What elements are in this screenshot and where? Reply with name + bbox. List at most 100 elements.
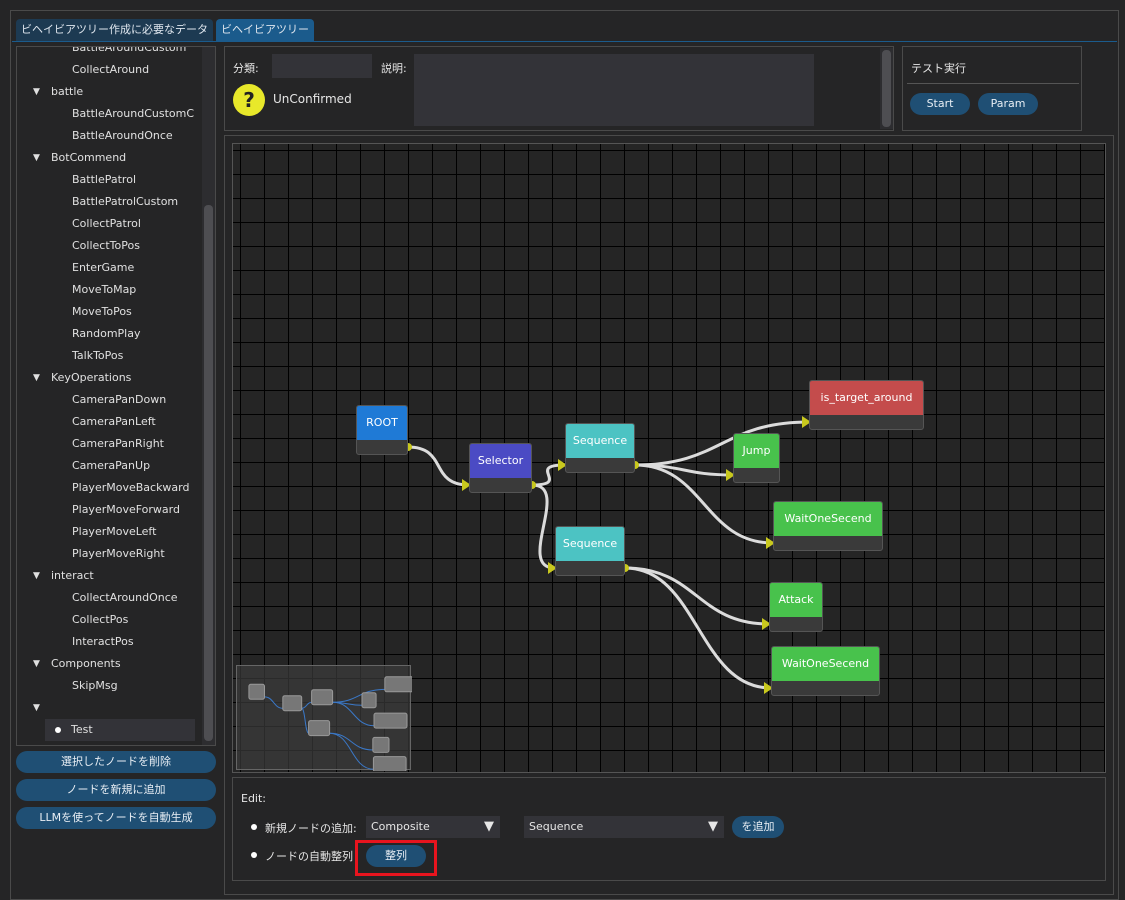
tree-item-label: CollectAround (72, 63, 150, 76)
tree-item-label: CollectPos (72, 613, 129, 626)
node-wait2[interactable]: WaitOneSecend (771, 646, 880, 696)
tab-data[interactable]: ビヘイビアツリー作成に必要なデータ (16, 19, 213, 41)
tree-scrollbar-thumb[interactable] (204, 205, 213, 741)
tree-item-label: interact (51, 569, 94, 582)
tree-item[interactable]: BattlePatrol (72, 169, 136, 191)
node-type-value: Composite (371, 820, 430, 833)
tree-item[interactable]: InteractPos (72, 631, 134, 653)
tree-item[interactable]: TalkToPos (72, 345, 123, 367)
node-canvas[interactable]: ROOT Selector Sequence Sequence is_target_ar… (232, 143, 1106, 773)
tree-item[interactable]: MoveToMap (72, 279, 136, 301)
minimap-link (301, 707, 310, 734)
tree-item[interactable]: CollectToPos (72, 235, 140, 257)
minimap-link (329, 732, 373, 751)
add-node-button[interactable]: ノードを新規に追加 (16, 779, 216, 801)
tree-group[interactable]: ▼ interact (33, 565, 94, 587)
auto-arrange-label: ノードの自動整列 (265, 850, 353, 863)
tree-item-label: PlayerMoveBackward (72, 481, 190, 494)
minimap-node (372, 756, 407, 772)
tree-item[interactable]: PlayerMoveRight (72, 543, 165, 565)
category-field[interactable] (272, 54, 372, 78)
node-attack[interactable]: Attack (769, 582, 823, 632)
expand-arrow-icon[interactable]: ▼ (33, 653, 40, 675)
node-type-select[interactable]: Composite ▼ (366, 816, 500, 838)
link-seq1-target (634, 420, 810, 467)
tree-item-label: MoveToMap (72, 283, 137, 296)
node-seq2[interactable]: Sequence (555, 526, 625, 576)
tree-item[interactable]: CollectPatrol (72, 213, 141, 235)
expand-arrow-icon[interactable]: ▼ (33, 81, 40, 103)
param-button[interactable]: Param (978, 93, 1038, 115)
node-selector[interactable]: Selector (469, 443, 532, 493)
tree-item-label: BotCommend (51, 151, 127, 164)
llm-generate-button[interactable]: LLMを使ってノードを自動生成 (16, 807, 216, 829)
node-seq1[interactable]: Sequence (565, 423, 635, 473)
start-button[interactable]: Start (910, 93, 970, 115)
expand-arrow-icon[interactable]: ▼ (33, 147, 40, 169)
tree-item[interactable]: CollectPos (72, 609, 128, 631)
tree-item-label: BattlePatrolCustom (72, 195, 179, 208)
tree-item[interactable]: CameraPanRight (72, 433, 164, 455)
tab-behavior-tree[interactable]: ビヘイビアツリー (216, 19, 314, 41)
tree-group[interactable]: ▼ battle (33, 81, 83, 103)
tree-item[interactable]: BattleAroundCustomC (72, 103, 194, 125)
minimap[interactable] (236, 665, 420, 772)
tree-item-label: CameraPanUp (72, 459, 151, 472)
tree-item[interactable]: RandomPlay (72, 323, 140, 345)
add-node-label: 新規ノードの追加: (265, 822, 357, 835)
tree-group[interactable]: ▼ KeyOperations (33, 367, 131, 389)
tree-item[interactable]: Test (45, 719, 195, 741)
tree-item-label: CameraPanLeft (72, 415, 156, 428)
tree-group[interactable]: ▼ BotCommend (33, 147, 127, 169)
tree-item-label: CollectAroundOnce (72, 591, 178, 604)
node-jump[interactable]: Jump (733, 433, 780, 483)
bullet-icon (55, 727, 61, 733)
link-root-selector (407, 445, 470, 487)
tree-item[interactable]: EnterGame (72, 257, 134, 279)
tree-item[interactable]: BattlePatrolCustom (72, 191, 178, 213)
tree-item-label: SkipMsg (72, 679, 118, 692)
arrange-button[interactable]: 整列 (366, 845, 426, 867)
link-selector-seq2 (531, 483, 556, 570)
minimap-node (361, 692, 377, 709)
tree-scrollbar[interactable] (202, 47, 215, 745)
expand-arrow-icon[interactable]: ▼ (33, 697, 40, 719)
tree-item[interactable]: CameraPanDown (72, 389, 166, 411)
tree-item[interactable]: CameraPanLeft (72, 411, 156, 433)
info-scrollbar[interactable] (880, 48, 893, 129)
tree-item[interactable]: CollectAroundOnce (72, 587, 178, 609)
bullet-icon (251, 852, 257, 858)
edit-title: Edit: (241, 792, 267, 805)
expand-arrow-icon[interactable]: ▼ (33, 367, 40, 389)
minimap-node (372, 736, 390, 753)
node-wait1[interactable]: WaitOneSecend (773, 501, 883, 551)
tree-item[interactable]: PlayerMoveBackward (72, 477, 189, 499)
tree-item[interactable]: BattleAroundCustom (72, 47, 186, 59)
expand-arrow-icon[interactable]: ▼ (33, 565, 40, 587)
node-title: WaitOneSecend (772, 647, 879, 681)
delete-node-button[interactable]: 選択したノードを削除 (16, 751, 216, 773)
node-title: Selector (470, 444, 531, 478)
node-name-select[interactable]: Sequence ▼ (524, 816, 724, 838)
tree-item-label: InteractPos (72, 635, 134, 648)
description-field[interactable] (414, 54, 814, 126)
minimap-node (384, 676, 420, 693)
minimap-graph (248, 676, 420, 772)
node-root[interactable]: ROOT (356, 405, 408, 455)
test-run-panel: テスト実行 Start Param (902, 46, 1082, 131)
tree-item[interactable]: PlayerMoveLeft (72, 521, 156, 543)
tree-item-label: EnterGame (72, 261, 135, 274)
tree-item[interactable]: SkipMsg (72, 675, 118, 697)
tree-item-label: PlayerMoveRight (72, 547, 165, 560)
add-button[interactable]: を追加 (732, 816, 784, 838)
node-target[interactable]: is_target_around (809, 380, 924, 430)
tree-item[interactable]: CollectAround (72, 59, 149, 81)
tree-item[interactable]: BattleAroundOnce (72, 125, 173, 147)
status-text: UnConfirmed (273, 92, 352, 106)
tree-item[interactable]: PlayerMoveForward (72, 499, 180, 521)
tree-group[interactable]: ▼ Components (33, 653, 121, 675)
node-tree-panel: BattleAroundCustom CollectAround ▼ battle Ba… (16, 46, 216, 746)
tree-item-label: Test (71, 723, 93, 736)
tree-item[interactable]: CameraPanUp (72, 455, 150, 477)
tree-item[interactable]: MoveToPos (72, 301, 132, 323)
